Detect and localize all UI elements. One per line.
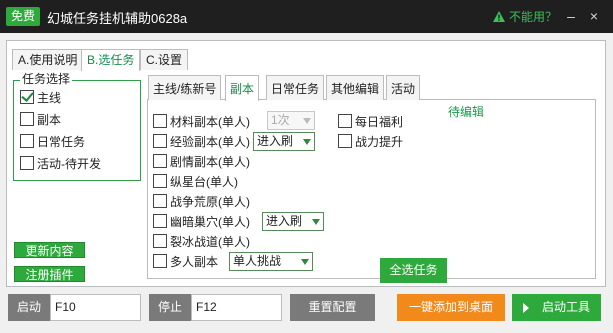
subtab-main-line[interactable]: 主线/练新号 xyxy=(148,75,222,100)
material-count-select[interactable]: 1次 xyxy=(267,111,315,130)
free-badge: 免费 xyxy=(6,7,41,26)
reset-config-button[interactable]: 重置配置 xyxy=(290,294,375,321)
dungeon-story[interactable]: 剧情副本(单人) xyxy=(153,153,250,169)
task-option-main[interactable]: 主线 xyxy=(20,89,61,105)
help-link[interactable]: 不能用？ xyxy=(493,8,557,25)
checkbox-icon[interactable] xyxy=(20,134,34,148)
dropdown-arrow-icon xyxy=(301,259,309,265)
exp-mode-select[interactable]: 进入刷 xyxy=(253,132,315,151)
dungeon-multiplayer[interactable]: 多人副本 xyxy=(153,253,218,269)
select-all-button[interactable]: 全选任务 xyxy=(380,258,447,283)
tab-select-tasks[interactable]: B.选任务 xyxy=(81,49,141,71)
checkbox-icon[interactable] xyxy=(153,234,167,248)
checkbox-icon[interactable] xyxy=(153,114,167,128)
dungeon-exp[interactable]: 经验副本(单人) xyxy=(153,133,250,149)
checkbox-checked-icon[interactable] xyxy=(20,90,34,104)
task-option-daily[interactable]: 日常任务 xyxy=(20,133,85,149)
app-title: 幻城任务挂机辅助0628a xyxy=(47,11,188,26)
subtab-event[interactable]: 活动 xyxy=(386,75,421,100)
tab-settings[interactable]: C.设置 xyxy=(140,49,189,70)
dungeon-war-wasteland[interactable]: 战争荒原(单人) xyxy=(153,193,250,209)
checkbox-icon[interactable] xyxy=(20,112,34,126)
dropdown-arrow-icon xyxy=(303,139,311,145)
pending-edit-label: 待编辑 xyxy=(448,105,485,119)
dungeon-dark-lair[interactable]: 幽暗巢穴(单人) xyxy=(153,213,250,229)
dungeon-ice-road[interactable]: 裂冰战道(单人) xyxy=(153,233,250,249)
stop-hotkey-input[interactable]: F12 xyxy=(191,294,282,321)
play-icon xyxy=(523,303,529,313)
add-to-desktop-button[interactable]: 一键添加到桌面 xyxy=(397,294,505,321)
title-bar: 免费 幻城任务挂机辅助0628a 不能用？ – × xyxy=(0,0,613,33)
start-tool-button[interactable]: 启动工具 xyxy=(512,294,601,321)
subtab-other-edit[interactable]: 其他编辑 xyxy=(326,75,385,100)
dungeon-star-platform[interactable]: 纵星台(单人) xyxy=(153,173,238,189)
checkbox-icon[interactable] xyxy=(20,156,34,170)
dungeon-material[interactable]: 材料副本(单人) xyxy=(153,113,250,129)
checkbox-icon[interactable] xyxy=(153,194,167,208)
multiplayer-mode-select[interactable]: 单人挑战 xyxy=(229,252,313,271)
minimize-button[interactable]: – xyxy=(564,9,578,23)
task-selection-legend: 任务选择 xyxy=(20,72,73,86)
register-plugin-button[interactable]: 注册插件 xyxy=(14,266,85,282)
start-label[interactable]: 启动 xyxy=(8,294,50,321)
stop-label[interactable]: 停止 xyxy=(149,294,191,321)
dropdown-arrow-icon xyxy=(303,118,311,124)
power-boost[interactable]: 战力提升 xyxy=(338,133,403,149)
checkbox-icon[interactable] xyxy=(153,174,167,188)
checkbox-icon[interactable] xyxy=(153,254,167,268)
checkbox-icon[interactable] xyxy=(153,154,167,168)
checkbox-icon[interactable] xyxy=(153,214,167,228)
tab-instructions[interactable]: A.使用说明 xyxy=(12,49,84,70)
dropdown-arrow-icon xyxy=(312,219,320,225)
help-text: 不能用？ xyxy=(509,10,558,24)
checkbox-icon[interactable] xyxy=(153,134,167,148)
close-button[interactable]: × xyxy=(587,9,601,23)
checkbox-icon[interactable] xyxy=(338,114,352,128)
update-content-button[interactable]: 更新内容 xyxy=(14,242,85,258)
lair-mode-select[interactable]: 进入刷 xyxy=(262,212,324,231)
subtab-daily[interactable]: 日常任务 xyxy=(266,75,325,100)
start-hotkey-input[interactable]: F10 xyxy=(50,294,141,321)
daily-welfare[interactable]: 每日福利 xyxy=(338,113,403,129)
checkbox-icon[interactable] xyxy=(338,134,352,148)
subtab-dungeon[interactable]: 副本 xyxy=(225,75,260,101)
task-option-dungeon[interactable]: 副本 xyxy=(20,111,61,127)
warning-icon xyxy=(493,11,505,22)
task-option-event[interactable]: 活动-待开发 xyxy=(20,155,101,171)
